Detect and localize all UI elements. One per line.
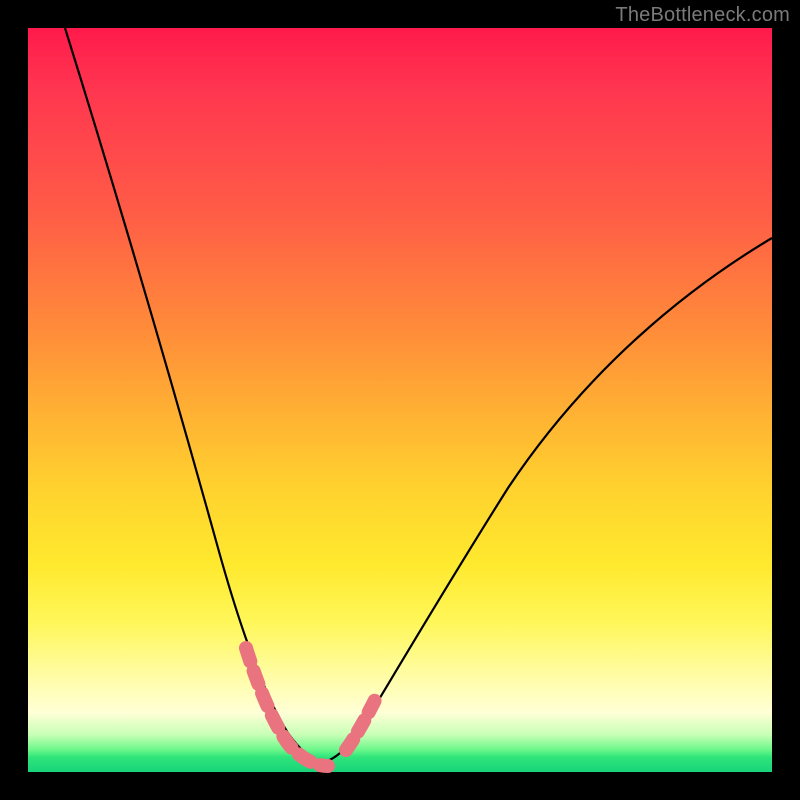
valley-marker-left xyxy=(246,648,328,766)
curve-layer xyxy=(28,28,772,772)
watermark-text: TheBottleneck.com xyxy=(615,4,790,27)
outer-frame: TheBottleneck.com xyxy=(0,0,800,800)
valley-marker-right xyxy=(346,698,376,750)
plot-area xyxy=(28,28,772,772)
bottleneck-curve xyxy=(65,28,772,762)
